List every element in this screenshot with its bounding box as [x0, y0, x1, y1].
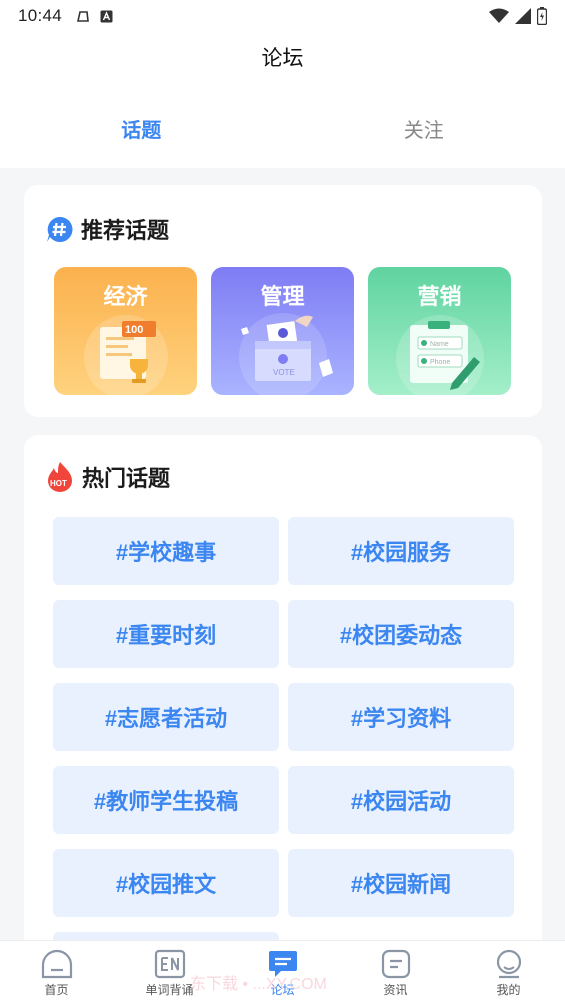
wifi-icon — [489, 8, 509, 23]
nav-profile-label: 我的 — [496, 983, 521, 997]
nav-home-label: 首页 — [44, 983, 69, 997]
hot-topic-item[interactable]: #校团委动态 — [288, 600, 514, 668]
status-time: 10:44 — [18, 6, 63, 25]
vote-box-text: VOTE — [273, 368, 295, 377]
hot-topic-item[interactable]: #校园推文 — [53, 849, 279, 917]
hot-topic-item[interactable]: #校园服务 — [288, 517, 514, 585]
topic-tile-label-management: 管理 — [260, 284, 305, 309]
chat-icon — [268, 951, 297, 977]
nav-home[interactable]: 首页 — [0, 941, 113, 1004]
economy-badge-text: 100 — [125, 324, 143, 336]
hot-topics-card: HOT 热门话题 #学校趣事 #校园服务 #重要时刻 #校团委动态 #志愿者活动… — [24, 435, 542, 955]
nav-vocabulary[interactable]: 单词背诵 — [113, 941, 226, 1004]
form-phone-label: Phone — [430, 359, 450, 366]
tab-topics[interactable]: 话题 — [0, 114, 283, 143]
hot-topics-heading: HOT 热门话题 — [46, 461, 170, 493]
hot-topic-item[interactable]: #学校趣事 — [53, 517, 279, 585]
page-title: 论坛 — [261, 47, 304, 70]
profile-icon — [496, 949, 521, 979]
tab-bar: 话题 关注 — [0, 114, 565, 143]
recommended-topics-title: 推荐话题 — [81, 218, 170, 243]
topic-tile-economy[interactable]: 100 经济 — [54, 267, 197, 395]
battery-icon — [537, 7, 547, 25]
tab-following[interactable]: 关注 — [283, 114, 565, 143]
nav-vocabulary-label: 单词背诵 — [145, 983, 194, 997]
en-icon — [154, 949, 185, 979]
topic-tile-management[interactable]: VOTE 管理 — [211, 267, 354, 395]
page-header: 论坛 话题 关注 — [0, 32, 565, 168]
hot-topics-title: 热门话题 — [82, 466, 171, 491]
app-notification-icon — [100, 10, 113, 22]
topic-tile-marketing[interactable]: Name Phone 营销 — [368, 267, 511, 395]
hot-topic-item[interactable]: #志愿者活动 — [53, 683, 279, 751]
hot-topic-item[interactable]: #教师学生投稿 — [53, 766, 279, 834]
hot-topic-item[interactable]: #校园活动 — [288, 766, 514, 834]
hot-badge-text: HOT — [50, 479, 67, 488]
news-icon — [381, 949, 410, 979]
hot-topics-grid: #学校趣事 #校园服务 #重要时刻 #校团委动态 #志愿者活动 #学习资料 #教… — [53, 517, 514, 955]
status-bar: 10:44 — [0, 0, 565, 32]
nav-forum-label: 论坛 — [270, 983, 295, 997]
hot-fire-icon: HOT — [48, 462, 72, 492]
form-name-label: Name — [430, 341, 449, 348]
hot-topic-item[interactable]: #校园新闻 — [288, 849, 514, 917]
recommended-topics-card: 推荐话题 100 经济 VOTE 管理 Name Phone 营销 — [24, 185, 542, 417]
hot-topic-item[interactable]: #重要时刻 — [53, 600, 279, 668]
notification-icon — [77, 11, 89, 22]
topic-tile-label-economy: 经济 — [103, 284, 148, 309]
nav-forum[interactable]: 论坛 — [226, 941, 339, 1004]
recommended-topics-heading: 推荐话题 — [46, 213, 169, 245]
topic-tile-label-marketing: 营销 — [417, 284, 462, 309]
hashtag-icon — [47, 216, 73, 242]
nav-news-label: 资讯 — [383, 983, 408, 997]
hot-topic-item[interactable]: #学习资料 — [288, 683, 514, 751]
nav-news[interactable]: 资讯 — [339, 941, 452, 1004]
nav-profile[interactable]: 我的 — [452, 941, 565, 1004]
signal-icon — [515, 8, 531, 24]
bottom-nav: 首页 单词背诵 论坛 资讯 我的 — [0, 940, 565, 1004]
home-icon — [41, 949, 72, 979]
